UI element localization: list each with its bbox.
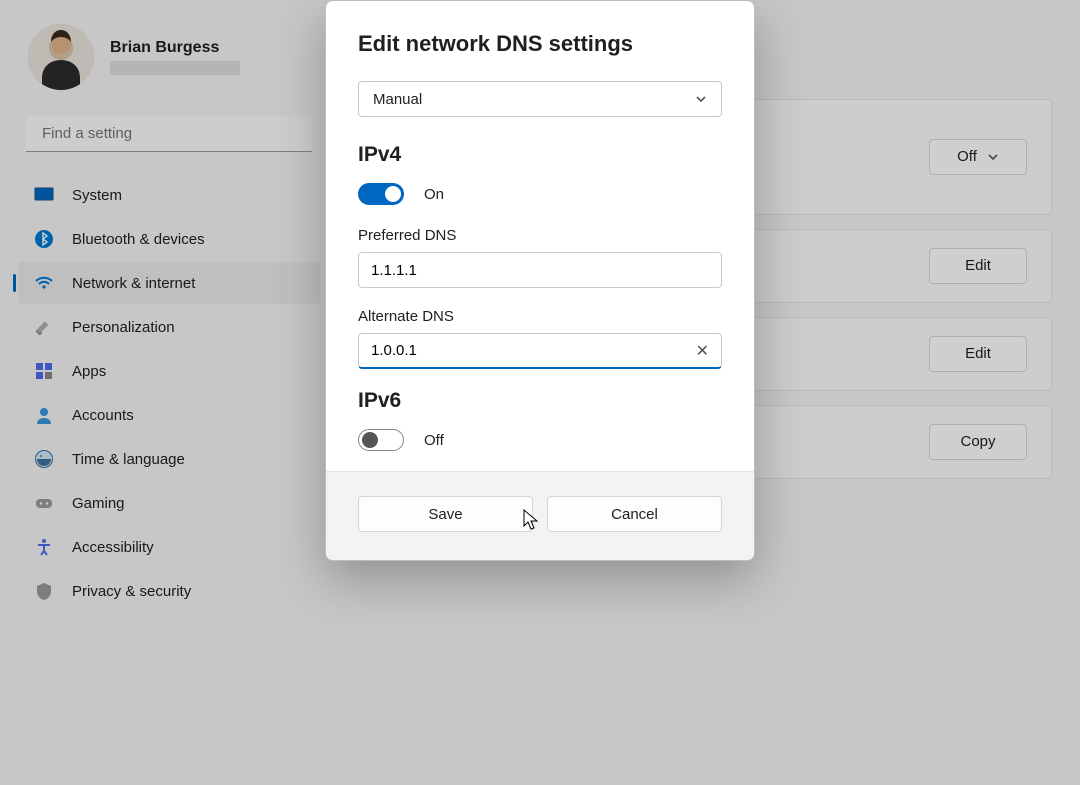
cursor-icon bbox=[523, 509, 541, 531]
dns-mode-select[interactable]: Manual bbox=[358, 81, 722, 117]
dns-settings-dialog: Edit network DNS settings Manual IPv4 On… bbox=[325, 0, 755, 561]
clear-input-icon[interactable]: ✕ bbox=[686, 341, 709, 361]
button-label: Cancel bbox=[611, 506, 658, 523]
ipv4-toggle[interactable] bbox=[358, 183, 404, 205]
chevron-down-icon bbox=[695, 93, 707, 105]
alternate-dns-label: Alternate DNS bbox=[358, 308, 722, 325]
ipv4-heading: IPv4 bbox=[358, 143, 722, 167]
ipv4-toggle-label: On bbox=[424, 186, 444, 203]
ipv6-toggle-label: Off bbox=[424, 432, 444, 449]
preferred-dns-label: Preferred DNS bbox=[358, 227, 722, 244]
ipv6-toggle[interactable] bbox=[358, 429, 404, 451]
preferred-dns-input[interactable] bbox=[358, 252, 722, 288]
ipv6-heading: IPv6 bbox=[358, 389, 722, 413]
modal-overlay: Edit network DNS settings Manual IPv4 On… bbox=[0, 0, 1080, 785]
dialog-title: Edit network DNS settings bbox=[358, 31, 722, 57]
button-label: Save bbox=[428, 506, 462, 523]
select-value: Manual bbox=[373, 91, 422, 108]
save-button[interactable]: Save bbox=[358, 496, 533, 532]
cancel-button[interactable]: Cancel bbox=[547, 496, 722, 532]
alternate-dns-input[interactable]: ✕ bbox=[358, 333, 722, 369]
